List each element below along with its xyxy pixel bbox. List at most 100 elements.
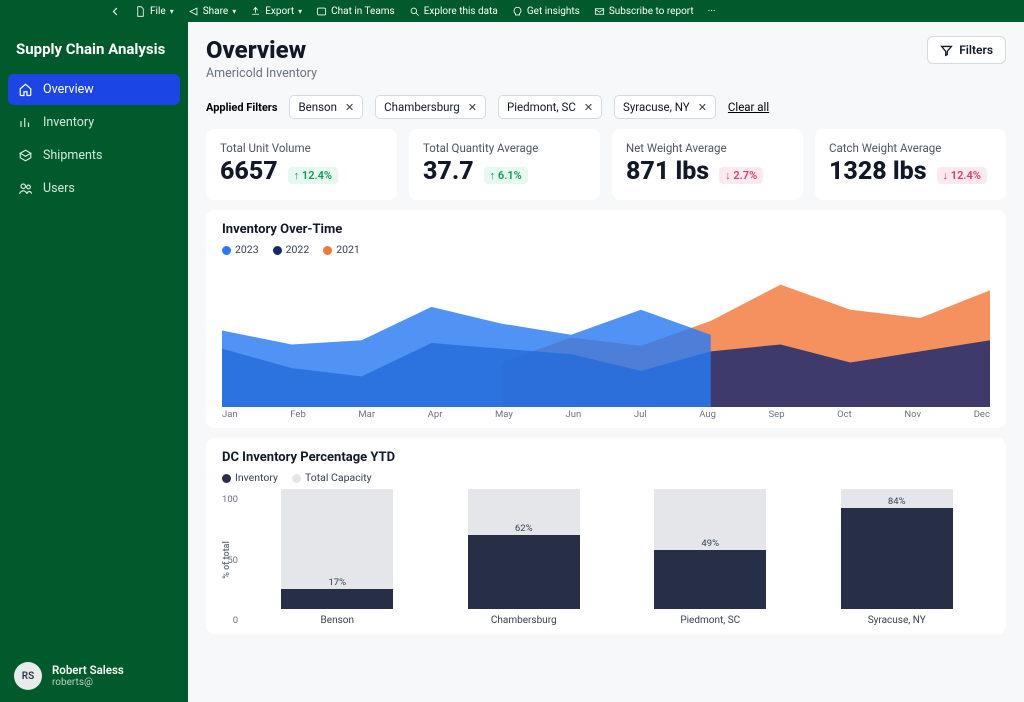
legend-capacity: Total Capacity: [292, 471, 372, 484]
avatar: RS: [14, 662, 42, 690]
kpi-value: 37.7: [423, 157, 474, 186]
kpi-label: Total Unit Volume: [220, 141, 383, 155]
kpi-label: Catch Weight Average: [829, 141, 992, 155]
x-axis-tick: Oct: [837, 409, 852, 420]
bar-slot: 62%Chambersburg: [468, 489, 580, 626]
sidebar-item-label: Shipments: [43, 148, 102, 163]
kpi-value: 871 lbs: [626, 157, 709, 186]
teams-icon: [316, 6, 327, 17]
filter-pill-label: Piedmont, SC: [507, 100, 576, 114]
filter-pill: Chambersburg ✕: [375, 95, 486, 119]
kpi-card: Total Quantity Average37.7↑ 6.1%: [409, 129, 600, 200]
ribbon-get-insights[interactable]: Get insights: [512, 6, 580, 17]
ribbon-explore-label: Explore this data: [424, 6, 498, 17]
bar: 62%: [468, 489, 580, 609]
sidebar-item-shipments[interactable]: Shipments: [8, 140, 180, 171]
ribbon-subscribe[interactable]: Subscribe to report: [594, 6, 694, 17]
x-axis-tick: Jan: [222, 409, 238, 420]
file-icon: [135, 6, 146, 17]
ribbon-subscribe-label: Subscribe to report: [609, 6, 694, 17]
legend-2021: 2021: [323, 243, 360, 256]
bar-value-label: 49%: [654, 538, 766, 549]
bar-y-title: % of total: [222, 541, 232, 579]
export-icon: [250, 6, 261, 17]
explore-icon: [409, 6, 420, 17]
ribbon-file[interactable]: File ▾: [135, 6, 174, 17]
sidebar-item-overview[interactable]: Overview: [8, 74, 180, 105]
clear-all-filters[interactable]: Clear all: [728, 100, 769, 114]
bar-y-tick: 100: [222, 494, 238, 505]
ribbon-share-label: Share: [203, 6, 228, 17]
kpi-delta: ↑ 6.1%: [484, 167, 528, 184]
user-block[interactable]: RS Robert Saless roberts@: [0, 650, 188, 702]
bar-category-label: Benson: [321, 615, 354, 626]
remove-filter-icon[interactable]: ✕: [468, 101, 477, 114]
ribbon-file-label: File: [150, 6, 166, 17]
bar-value-label: 62%: [468, 523, 580, 534]
bar-slot: 17% Benson: [281, 489, 393, 626]
ribbon-export-label: Export: [265, 6, 294, 17]
back-button[interactable]: [110, 6, 121, 17]
inventory-over-time-title: Inventory Over-Time: [222, 222, 990, 237]
subscribe-icon: [594, 6, 605, 17]
page-title: Overview: [206, 36, 317, 64]
dc-inventory-title: DC Inventory Percentage YTD: [222, 450, 990, 465]
inventory-over-time-chart: [222, 262, 990, 407]
kpi-value: 6657: [220, 157, 278, 186]
applied-filters-label: Applied Filters: [206, 101, 277, 114]
filters-button[interactable]: Filters: [927, 36, 1006, 64]
chevron-down-icon: ▾: [232, 7, 236, 16]
ribbon-insights-label: Get insights: [527, 6, 580, 17]
legend-2023: 2023: [222, 243, 259, 256]
filter-pill: Piedmont, SC ✕: [498, 95, 602, 119]
chevron-left-icon: [110, 6, 121, 17]
kpi-card: Total Unit Volume 6657 ↑ 12.4%: [206, 129, 397, 200]
legend-2022: 2022: [273, 243, 310, 256]
x-axis-tick: May: [495, 409, 513, 420]
ribbon-export[interactable]: Export ▾: [250, 6, 302, 17]
legend-inventory: Inventory: [222, 471, 278, 484]
bar-value-label: 84%: [841, 496, 953, 507]
filter-pill: Benson ✕: [289, 95, 363, 119]
kpi-delta: ↓ 12.4%: [937, 167, 987, 184]
bar: 17%: [281, 489, 393, 609]
x-axis-tick: Apr: [428, 409, 443, 420]
ribbon-chat-label: Chat in Teams: [331, 6, 395, 17]
ribbon-explore-data[interactable]: Explore this data: [409, 6, 498, 17]
page-subtitle: Americold Inventory: [206, 66, 317, 81]
x-axis-tick: Dec: [974, 409, 990, 420]
kpi-delta: ↑ 12.4%: [288, 167, 338, 184]
insights-icon: [512, 6, 523, 17]
filter-pill-label: Chambersburg: [384, 100, 460, 114]
x-axis-tick: Feb: [290, 409, 306, 420]
ribbon-chat-in-teams[interactable]: Chat in Teams: [316, 6, 395, 17]
filter-icon: [940, 44, 953, 57]
kpi-delta: ↓ 2.7%: [719, 167, 763, 184]
filters-button-label: Filters: [959, 43, 993, 57]
bar-y-tick: 0: [233, 615, 238, 626]
ribbon-more[interactable]: ···: [708, 6, 716, 17]
bar-value-label: 17%: [281, 577, 393, 588]
bar: 84%: [841, 489, 953, 609]
x-axis-tick: Aug: [699, 409, 716, 420]
x-axis-tick: Mar: [358, 409, 375, 420]
bar-category-label: Syracuse, NY: [868, 615, 926, 626]
app-title: Supply Chain Analysis: [0, 40, 188, 74]
kpi-label: Net Weight Average: [626, 141, 789, 155]
sidebar-item-users[interactable]: Users: [8, 173, 180, 204]
ribbon-share[interactable]: Share ▾: [188, 6, 237, 17]
filter-pill-label: Benson: [298, 100, 336, 114]
sidebar-item-inventory[interactable]: Inventory: [8, 107, 180, 138]
remove-filter-icon[interactable]: ✕: [345, 101, 354, 114]
sidebar-item-label: Overview: [43, 82, 94, 97]
bar-slot: 49% Piedmont, SC: [654, 489, 766, 626]
kpi-value: 1328 lbs: [829, 157, 927, 186]
ellipsis-icon: ···: [708, 6, 716, 17]
remove-filter-icon[interactable]: ✕: [584, 101, 593, 114]
bar-category-label: Piedmont, SC: [680, 615, 740, 626]
bar-slot: 84% Syracuse, NY: [841, 489, 953, 626]
x-axis-tick: Nov: [904, 409, 921, 420]
remove-filter-icon[interactable]: ✕: [698, 101, 707, 114]
x-axis-tick: Jul: [634, 409, 647, 420]
kpi-card: Net Weight Average 871 lbs ↓ 2.7%: [612, 129, 803, 200]
